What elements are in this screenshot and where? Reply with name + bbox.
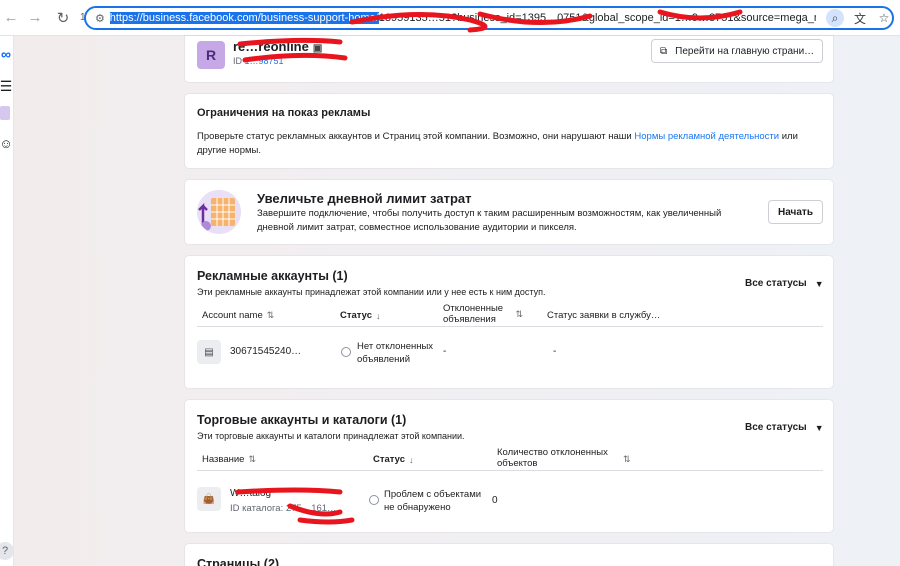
reload-icon[interactable]: ↻ (52, 7, 74, 29)
bookmark-star-icon[interactable]: ☆ (876, 10, 892, 26)
ad-account-status: Нет отклоненных объявлений (357, 341, 434, 365)
table-divider (197, 326, 823, 327)
business-avatar: R (197, 41, 225, 69)
catalogs-card: Торговые аккаунты и каталоги (1) Эти тор… (185, 400, 833, 532)
url-text[interactable]: https://business.facebook.com/business-s… (109, 12, 816, 24)
catalog-status: Проблем с объектами не обнаружено (384, 489, 482, 513)
address-bar[interactable]: ⚙ https://business.facebook.com/business… (84, 6, 894, 30)
col-rejected-count[interactable]: Количество отклоненных объектов (497, 447, 632, 469)
business-avatar-small-icon[interactable] (0, 106, 10, 120)
business-name-text: re…reonline (233, 39, 309, 54)
smiley-icon[interactable]: ☺ (0, 136, 13, 151)
col-request-status-label: Статус заявки в службу… (547, 310, 661, 321)
ad-accounts-status-filter[interactable]: Все статусы ▼ (745, 278, 824, 289)
col-name-label: Название (202, 454, 245, 465)
ad-account-request: - (553, 346, 557, 357)
site-settings-icon[interactable]: ⚙ (90, 12, 110, 25)
go-to-home-label: Перейти на главную страни… (675, 45, 815, 57)
ad-restrictions-title: Ограничения на показ рекламы (197, 107, 371, 119)
translate-icon[interactable]: 文 (852, 10, 868, 26)
forward-arrow-icon[interactable]: → (24, 7, 46, 29)
business-id-label: ID (233, 56, 242, 66)
ad-accounts-card: Рекламные аккаунты (1) Эти рекламные акк… (185, 256, 833, 388)
business-name: re…reonline ▣ (233, 39, 322, 54)
col-account-name[interactable]: Account name ⇅ (202, 310, 274, 321)
restrictions-text-part: Проверьте статус рекламных аккаунтов и С… (197, 131, 635, 142)
ad-accounts-subtitle: Эти рекламные аккаунты принадлежат этой … (197, 287, 546, 297)
col-rejected-count-sort[interactable]: ⇅ (623, 454, 631, 465)
spend-limit-card: Увеличьте дневной лимит затрат Завершите… (185, 180, 833, 244)
catalog-bag-icon: 👜 (197, 487, 221, 511)
sort-down-icon: ↓ (376, 310, 381, 321)
col-status[interactable]: Статус ↓ (340, 310, 381, 321)
briefcase-icon: ▣ (312, 43, 323, 54)
ad-account-name[interactable]: 30671545240… (230, 346, 301, 357)
pages-card: Страницы (2) (185, 544, 833, 566)
catalog-name[interactable]: W…talog (230, 488, 271, 499)
status-radio[interactable] (369, 495, 379, 505)
col-catalog-status[interactable]: Статус ↓ (373, 454, 414, 465)
catalogs-title: Торговые аккаунты и каталоги (1) (197, 413, 407, 427)
spend-limit-illustration (197, 190, 241, 234)
sort-down-icon: ↓ (409, 454, 414, 465)
spend-limit-text: Завершите подключение, чтобы получить до… (257, 208, 722, 233)
left-nav-rail: ∞ ☰ ☺ ? (0, 36, 14, 566)
back-arrow-icon[interactable]: ← (0, 7, 22, 29)
ad-standards-link[interactable]: Нормы рекламной деятельности (634, 131, 779, 142)
meta-logo-icon[interactable]: ∞ (0, 46, 12, 62)
catalog-id: ID каталога: 275…161… (230, 503, 337, 514)
search-icon[interactable]: ⌕ (826, 9, 844, 27)
catalog-rejected-count: 0 (492, 495, 498, 506)
col-rejected-count-label: Количество отклоненных объектов (497, 447, 608, 469)
ad-accounts-title: Рекламные аккаунты (1) (197, 269, 348, 283)
sort-icon: ⇅ (515, 308, 523, 319)
table-divider (197, 470, 823, 471)
col-account-name-label: Account name (202, 310, 263, 321)
caret-down-icon: ▼ (814, 278, 824, 289)
business-id: ID 1…98751 (233, 56, 284, 66)
catalogs-subtitle: Эти торговые аккаунты и каталоги принадл… (197, 431, 465, 441)
ad-account-rejected: - (443, 346, 447, 357)
status-filter-label: Все статусы (745, 278, 807, 289)
sort-icon: ⇅ (266, 310, 275, 320)
business-header-card: R re…reonline ▣ ID 1…98751 ⧉ Перейти на гл… (185, 36, 833, 82)
menu-icon[interactable]: ☰ (0, 78, 12, 95)
url-rest-part: 13959135…51?business_id=1395…0751&global… (378, 12, 816, 24)
external-link-icon: ⧉ (660, 45, 668, 57)
status-filter-label: Все статусы (745, 422, 807, 433)
col-request-status[interactable]: Статус заявки в службу… (547, 310, 660, 321)
sort-icon: ⇅ (623, 454, 631, 464)
col-rejected-ads[interactable]: Отклоненные объявления ⇅ (443, 303, 523, 325)
go-to-home-button[interactable]: ⧉ Перейти на главную страни… (651, 39, 823, 63)
business-id-value: 1…98751 (244, 56, 284, 66)
catalogs-status-filter[interactable]: Все статусы ▼ (745, 422, 824, 433)
url-selected-part: https://business.facebook.com/business-s… (109, 12, 379, 24)
sort-icon: ⇅ (248, 454, 256, 464)
caret-down-icon: ▼ (814, 422, 824, 433)
ad-account-icon: ▤ (197, 340, 221, 364)
status-radio[interactable] (341, 347, 351, 357)
col-catalog-status-label: Статус (373, 454, 406, 465)
start-button[interactable]: Начать (768, 200, 823, 224)
col-status-label: Статус (340, 310, 373, 321)
spend-limit-title: Увеличьте дневной лимит затрат (257, 191, 472, 206)
col-rejected-ads-label: Отклоненные объявления (443, 303, 504, 325)
ad-restrictions-card: Ограничения на показ рекламы Проверьте с… (185, 94, 833, 168)
ad-restrictions-text: Проверьте статус рекламных аккаунтов и С… (197, 130, 807, 158)
pages-title: Страницы (2) (197, 557, 280, 566)
help-icon[interactable]: ? (0, 542, 14, 560)
col-name[interactable]: Название ⇅ (202, 454, 256, 465)
